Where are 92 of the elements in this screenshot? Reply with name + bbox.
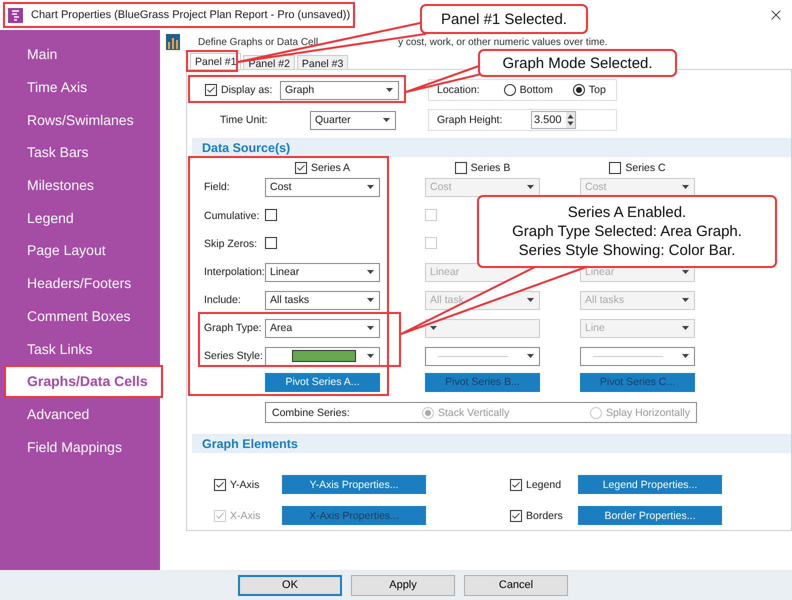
dialog-button[interactable]: OK <box>238 574 342 596</box>
element-label: Borders <box>526 510 563 522</box>
properties-button[interactable]: Legend Properties... <box>578 475 722 494</box>
caret-icon <box>682 185 689 189</box>
sidebar-item[interactable]: Graphs/Data Cells <box>5 364 160 398</box>
sidebar-item[interactable]: Page Layout <box>5 234 160 267</box>
caret-icon <box>383 118 390 122</box>
field-label: Cumulative: <box>204 210 260 222</box>
caret-icon <box>367 298 374 302</box>
callout-text: Graph Mode Selected. <box>502 54 653 72</box>
field-label: Display as: <box>221 84 274 96</box>
dropdown[interactable]: Area <box>265 318 380 338</box>
field-label: Combine Series: <box>272 406 351 418</box>
radio-button[interactable] <box>504 84 516 96</box>
caret-icon <box>367 185 374 189</box>
dialog-button[interactable]: Apply <box>351 574 455 596</box>
sidebar-item[interactable]: Headers/Footers <box>5 266 160 300</box>
checkbox[interactable] <box>265 208 277 220</box>
sidebar-item[interactable]: Comment Boxes <box>5 300 160 332</box>
element-label: Y-Axis <box>230 478 260 490</box>
caret-icon <box>367 326 374 330</box>
tab[interactable]: Panel #3 <box>296 55 348 69</box>
radio-button[interactable] <box>572 84 585 96</box>
sidebar-item[interactable]: Field Mappings <box>5 430 160 463</box>
pivot-button[interactable]: Pivot Series A... <box>265 372 380 392</box>
dropdown[interactable] <box>425 318 540 338</box>
bar-chart-icon <box>166 34 180 50</box>
checkbox[interactable] <box>205 84 217 96</box>
app-icon <box>8 8 23 22</box>
caret-icon <box>527 185 534 189</box>
field-label: Graph Type: <box>204 322 263 334</box>
field-label: Graph Height: <box>437 114 504 126</box>
caret-icon <box>430 326 437 330</box>
checkbox[interactable] <box>510 478 522 490</box>
caret-icon <box>682 326 689 330</box>
series-label: Series C <box>625 162 666 174</box>
highlight-frame <box>186 50 238 72</box>
series-label: Series B <box>470 162 510 174</box>
description-text: y cost, work, or other numeric values over time. <box>398 36 608 48</box>
option-label: Stack Vertically <box>438 406 510 418</box>
caret-icon <box>527 298 534 302</box>
sidebar-item[interactable]: Main <box>5 38 160 71</box>
sidebar-item[interactable]: Rows/Swimlanes <box>5 103 160 136</box>
option-label: Splay Horizontally <box>606 406 690 418</box>
dialog-button[interactable]: Cancel <box>464 574 568 596</box>
element-label: Legend <box>526 478 562 490</box>
callout-text: Series A Enabled. <box>568 203 686 222</box>
field-label: Series Style: <box>204 350 264 362</box>
description-text: Define Graphs or Data Cell <box>198 36 318 48</box>
caret-icon <box>682 298 689 302</box>
checkbox[interactable] <box>294 162 307 174</box>
checkbox[interactable] <box>510 510 522 522</box>
caret-icon <box>682 270 689 274</box>
element-label: X-Axis <box>230 510 260 522</box>
style-dropdown[interactable] <box>265 346 380 366</box>
callout-text: Series Style Showing: Color Bar. <box>518 241 736 260</box>
field-label: Location: <box>437 84 480 96</box>
sidebar-item[interactable]: Task Links <box>5 332 160 365</box>
caret-icon <box>682 354 689 358</box>
sidebar-item[interactable]: Milestones <box>5 168 160 202</box>
dropdown[interactable]: Cost <box>265 178 380 196</box>
section-header: Data Source(s) <box>192 138 791 157</box>
sidebar-item[interactable]: Legend <box>5 201 160 234</box>
sidebar-item[interactable]: Time Axis <box>5 70 160 104</box>
caret-icon <box>386 88 393 92</box>
caret-icon <box>367 354 374 358</box>
checkbox[interactable] <box>265 236 277 248</box>
window-title: Chart Properties (BlueGrass Project Plan Report - Pro (unsaved)) <box>31 9 350 21</box>
option-label: Bottom <box>520 84 553 96</box>
callout-text: Graph Type Selected: Area Graph. <box>512 222 742 241</box>
number-spinner[interactable]: 3.500 <box>531 111 576 129</box>
checkbox[interactable] <box>214 478 226 490</box>
field-label: Field: <box>204 181 231 193</box>
field-label: Include: <box>204 294 242 306</box>
properties-button[interactable]: Border Properties... <box>578 506 722 525</box>
sidebar-item[interactable]: Task Bars <box>5 136 160 169</box>
option-label: Top <box>588 84 606 96</box>
dropdown[interactable]: Quarter <box>310 110 396 130</box>
series-label: Series A <box>310 162 350 174</box>
dropdown[interactable]: All tasks <box>265 290 380 310</box>
sidebar-item[interactable]: Advanced <box>5 398 160 430</box>
field-label: Time Unit: <box>220 114 268 126</box>
field-label: Interpolation: <box>204 266 265 278</box>
field-label: Skip Zeros: <box>204 238 258 250</box>
spinner-arrows-icon <box>566 112 575 128</box>
caret-icon <box>367 270 374 274</box>
properties-button[interactable]: Y-Axis Properties... <box>282 475 426 494</box>
section-header: Graph Elements <box>192 434 791 453</box>
caret-icon <box>527 354 534 358</box>
dropdown[interactable]: Linear <box>265 262 380 282</box>
dropdown[interactable]: Graph <box>280 80 399 100</box>
callout-text: Panel #1 Selected. <box>441 10 567 28</box>
